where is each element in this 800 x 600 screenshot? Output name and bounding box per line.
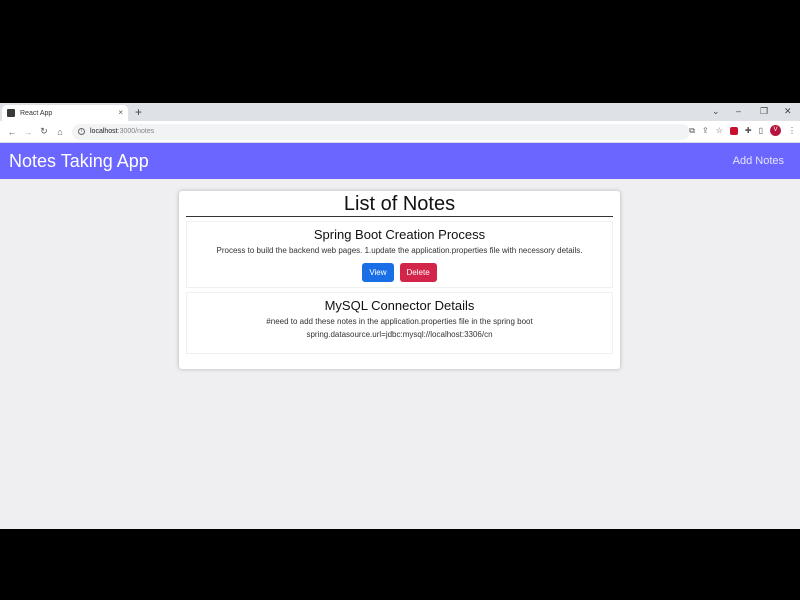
home-icon[interactable]: ⌂ xyxy=(52,127,68,137)
note-body-line: spring.datasource.url=jdbc:mysql://local… xyxy=(306,330,493,339)
tab-search-icon[interactable]: ⌄ xyxy=(712,105,720,117)
tab-strip: React App × + ⌄ – ❐ ✕ xyxy=(0,103,800,121)
main-content: List of Notes Spring Boot Creation Proce… xyxy=(0,179,800,529)
app-brand[interactable]: Notes Taking App xyxy=(9,151,149,172)
share-icon[interactable]: ⇪ xyxy=(702,126,709,135)
note-actions: View Delete xyxy=(187,263,612,282)
minimize-icon[interactable]: – xyxy=(736,105,741,117)
page-title: List of Notes xyxy=(343,193,456,215)
new-tab-icon[interactable]: + xyxy=(135,105,142,119)
maximize-icon[interactable]: ❐ xyxy=(760,105,768,117)
delete-button[interactable]: Delete xyxy=(399,263,437,282)
browser-window: React App × + ⌄ – ❐ ✕ ← → ↻ ⌂ i localhos… xyxy=(0,103,800,529)
note-body: Process to build the backend web pages. … xyxy=(216,246,583,255)
forward-icon[interactable]: → xyxy=(20,127,36,137)
note-item: MySQL Connector Details #need to add the… xyxy=(186,292,613,354)
reload-icon[interactable]: ↻ xyxy=(36,126,52,137)
react-favicon-icon xyxy=(7,109,15,117)
note-title: MySQL Connector Details xyxy=(324,298,475,313)
back-icon[interactable]: ← xyxy=(4,127,20,137)
url-path: :3000/notes xyxy=(117,128,155,135)
extension-shield-icon[interactable] xyxy=(729,126,738,135)
app-navbar: Notes Taking App Add Notes xyxy=(0,143,800,179)
address-bar[interactable]: i localhost :3000/notes xyxy=(72,123,690,140)
title-divider xyxy=(186,216,613,217)
notes-card: List of Notes Spring Boot Creation Proce… xyxy=(179,191,620,369)
view-button[interactable]: View xyxy=(362,263,394,282)
menu-kebab-icon[interactable]: ⋮ xyxy=(788,126,796,135)
url-host: localhost xyxy=(90,128,118,135)
profile-avatar[interactable]: V xyxy=(770,125,781,136)
note-body-line: #need to add these notes in the applicat… xyxy=(266,317,533,326)
bookmark-star-icon[interactable]: ☆ xyxy=(716,126,723,135)
tab-close-icon[interactable]: × xyxy=(118,109,123,117)
note-title: Spring Boot Creation Process xyxy=(313,227,486,242)
browser-toolbar: ← → ↻ ⌂ i localhost :3000/notes ⧉ ⇪ ☆ ✚ … xyxy=(0,121,800,143)
install-app-icon[interactable]: ⧉ xyxy=(689,126,695,136)
browser-tab[interactable]: React App × xyxy=(2,105,128,121)
add-notes-link[interactable]: Add Notes xyxy=(733,155,784,167)
extensions-puzzle-icon[interactable]: ✚ xyxy=(745,126,752,135)
tab-title: React App xyxy=(20,109,53,117)
side-panel-icon[interactable]: ▯ xyxy=(759,126,763,135)
note-item: Spring Boot Creation Process Process to … xyxy=(186,221,613,288)
window-close-icon[interactable]: ✕ xyxy=(784,105,792,117)
toolbar-icons: ⧉ ⇪ ☆ ✚ ▯ V ⋮ xyxy=(689,125,796,136)
site-info-icon[interactable]: i xyxy=(78,128,85,135)
